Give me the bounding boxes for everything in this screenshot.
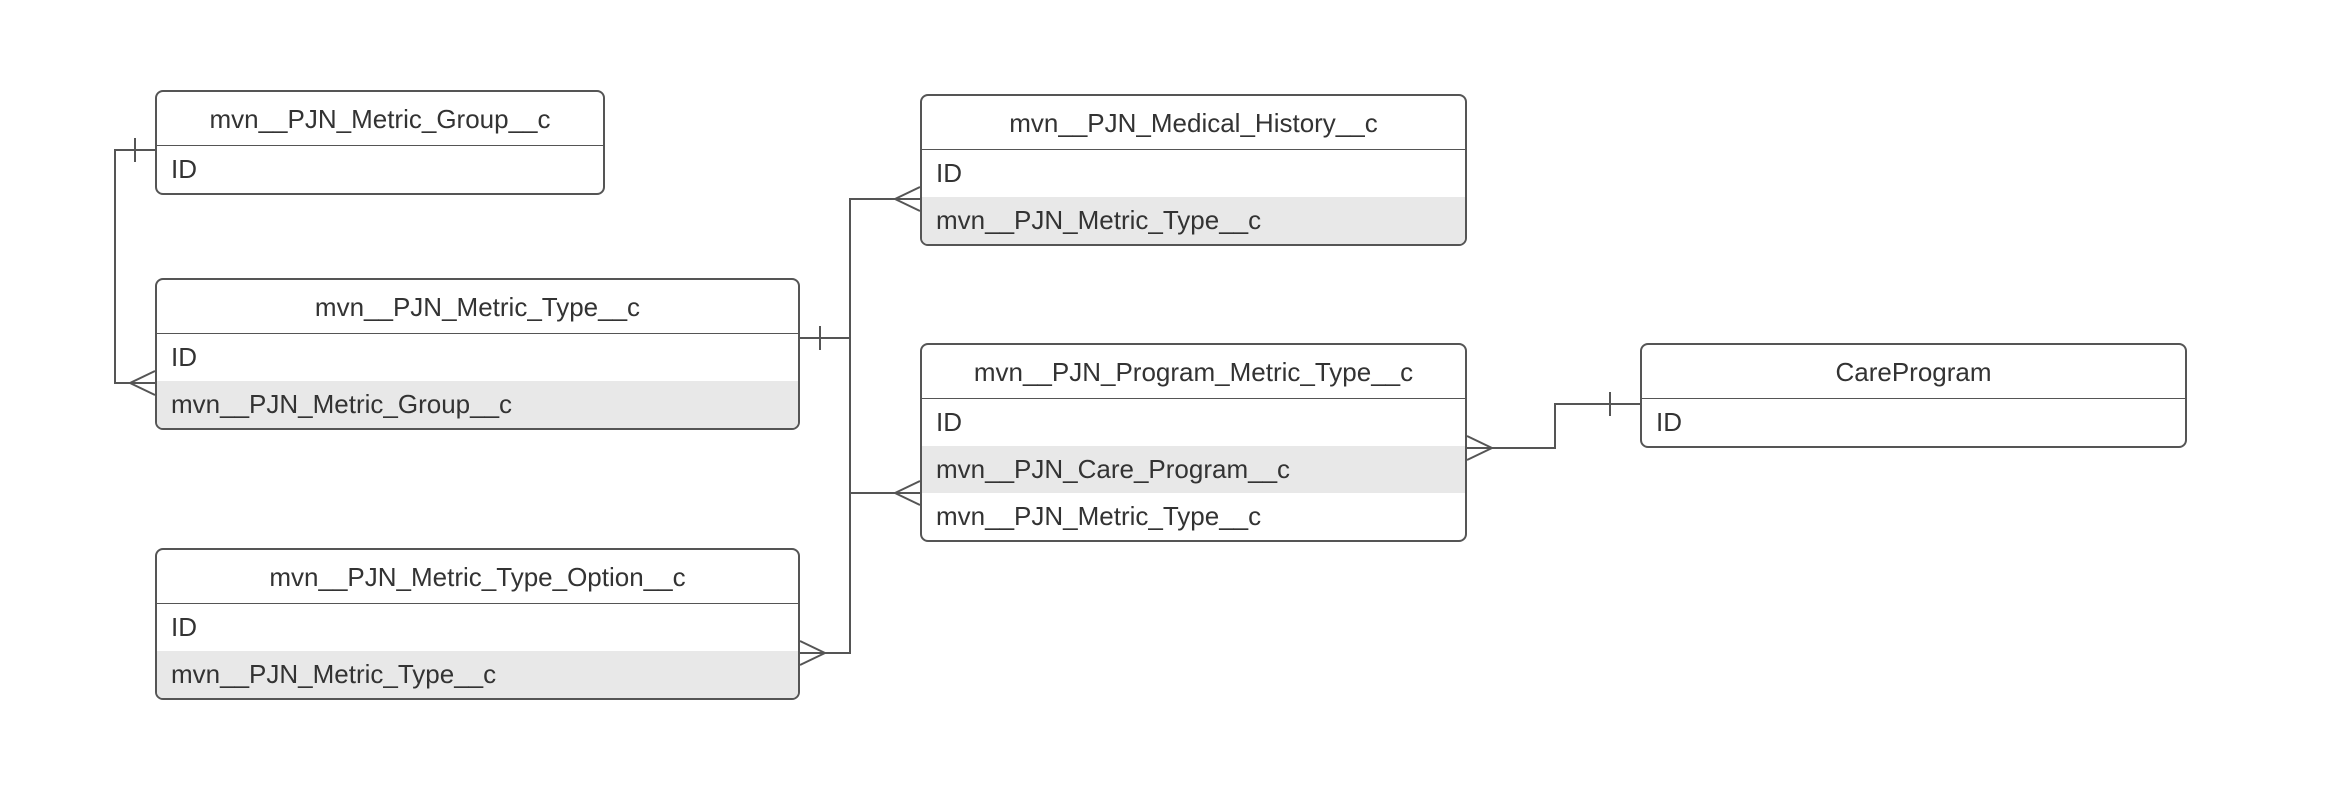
entity-title: mvn__PJN_Program_Metric_Type__c	[922, 345, 1465, 399]
entity-metric-type: mvn__PJN_Metric_Type__c ID mvn__PJN_Metr…	[155, 278, 800, 430]
field-id: ID	[157, 334, 798, 381]
field-metric-group-fk: mvn__PJN_Metric_Group__c	[157, 381, 798, 428]
field-id: ID	[1642, 399, 2185, 446]
entity-care-program: CareProgram ID	[1640, 343, 2187, 448]
entity-medical-history: mvn__PJN_Medical_History__c ID mvn__PJN_…	[920, 94, 1467, 246]
field-id: ID	[157, 146, 603, 193]
entity-title: mvn__PJN_Metric_Type__c	[157, 280, 798, 334]
field-metric-type-fk: mvn__PJN_Metric_Type__c	[922, 493, 1465, 540]
entity-metric-group: mvn__PJN_Metric_Group__c ID	[155, 90, 605, 195]
entity-metric-type-option: mvn__PJN_Metric_Type_Option__c ID mvn__P…	[155, 548, 800, 700]
field-care-program-fk: mvn__PJN_Care_Program__c	[922, 446, 1465, 493]
field-metric-type-fk: mvn__PJN_Metric_Type__c	[157, 651, 798, 698]
entity-program-metric-type: mvn__PJN_Program_Metric_Type__c ID mvn__…	[920, 343, 1467, 542]
field-id: ID	[922, 399, 1465, 446]
entity-title: mvn__PJN_Metric_Group__c	[157, 92, 603, 146]
entity-title: mvn__PJN_Metric_Type_Option__c	[157, 550, 798, 604]
field-id: ID	[157, 604, 798, 651]
er-diagram-canvas: mvn__PJN_Metric_Group__c ID mvn__PJN_Met…	[0, 0, 2327, 788]
field-id: ID	[922, 150, 1465, 197]
entity-title: CareProgram	[1642, 345, 2185, 399]
field-metric-type-fk: mvn__PJN_Metric_Type__c	[922, 197, 1465, 244]
entity-title: mvn__PJN_Medical_History__c	[922, 96, 1465, 150]
